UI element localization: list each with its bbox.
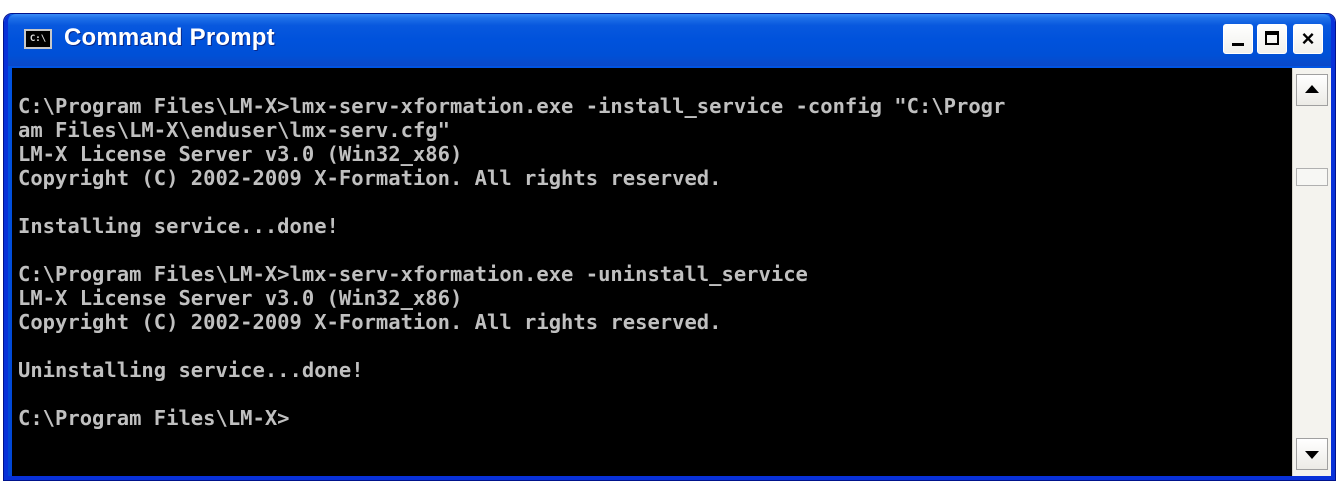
console-line: am Files\LM-X\enduser\lmx-serv.cfg" xyxy=(18,118,450,142)
arrow-up-icon xyxy=(1305,85,1319,93)
scroll-down-button[interactable] xyxy=(1296,438,1328,470)
scroll-thumb[interactable] xyxy=(1296,168,1328,186)
minimize-button[interactable] xyxy=(1223,24,1253,54)
minimize-icon xyxy=(1232,43,1244,46)
title-bar[interactable]: C:\ Command Prompt × xyxy=(8,14,1331,66)
maximize-button[interactable] xyxy=(1257,24,1287,54)
console-line: Copyright (C) 2002-2009 X-Formation. All… xyxy=(18,310,722,334)
console-line: C:\Program Files\LM-X>lmx-serv-xformatio… xyxy=(18,94,1006,118)
scroll-up-button[interactable] xyxy=(1296,74,1328,106)
console-text: C:\Program Files\LM-X>lmx-serv-xformatio… xyxy=(12,68,1292,430)
console-output[interactable]: C:\Program Files\LM-X>lmx-serv-xformatio… xyxy=(12,68,1292,476)
console-line: Uninstalling service...done! xyxy=(18,358,364,382)
console-line: Copyright (C) 2002-2009 X-Formation. All… xyxy=(18,166,722,190)
console-icon[interactable]: C:\ xyxy=(24,29,52,49)
console-line: LM-X License Server v3.0 (Win32_x86) xyxy=(18,142,463,166)
close-icon: × xyxy=(1301,26,1315,51)
console-line: C:\Program Files\LM-X>lmx-serv-xformatio… xyxy=(18,262,808,286)
maximize-icon xyxy=(1265,31,1279,45)
window-title: Command Prompt xyxy=(64,24,275,51)
console-line: C:\Program Files\LM-X> xyxy=(18,406,290,430)
console-line: LM-X License Server v3.0 (Win32_x86) xyxy=(18,286,463,310)
arrow-down-icon xyxy=(1305,451,1319,459)
command-prompt-window: C:\ Command Prompt × C:\Program Files\LM… xyxy=(4,14,1335,480)
close-button[interactable]: × xyxy=(1293,24,1323,54)
vertical-scrollbar[interactable] xyxy=(1292,68,1331,476)
console-line: Installing service...done! xyxy=(18,214,339,238)
